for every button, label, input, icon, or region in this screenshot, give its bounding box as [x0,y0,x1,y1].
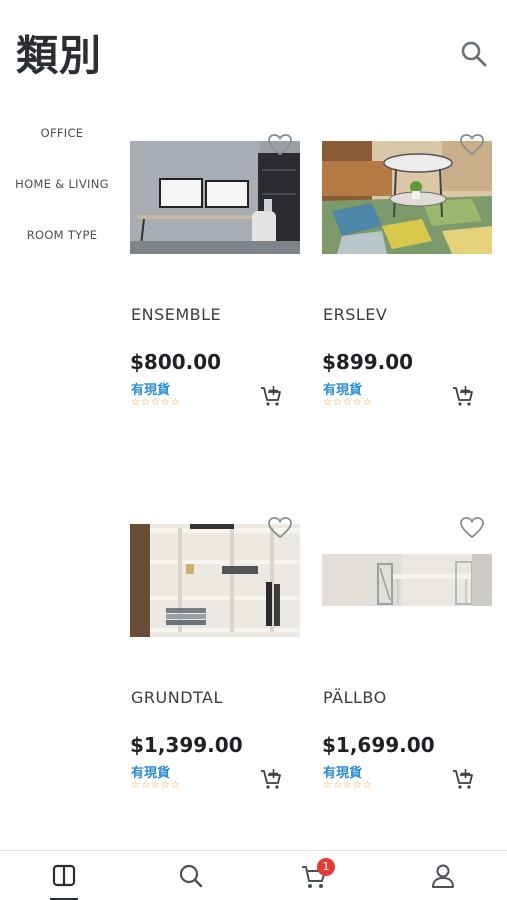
product-price: $1,699.00 [322,733,435,757]
rating-stars: ☆☆☆☆☆ [131,780,181,791]
heart-icon[interactable] [459,133,485,157]
add-to-cart-icon[interactable] [260,385,282,407]
cart-badge: 1 [317,858,335,876]
stock-status: 有現貨 [131,383,171,398]
categories-icon[interactable] [49,861,79,891]
product-image[interactable] [322,141,492,254]
rating-stars: ☆☆☆☆☆ [323,780,373,791]
stock-status: 有現貨 [323,766,363,781]
rating-stars: ☆☆☆☆☆ [131,397,181,408]
product-price: $1,399.00 [130,733,243,757]
product-name[interactable]: PÄLLBO [323,688,387,707]
stock-status: 有現貨 [131,766,171,781]
add-to-cart-icon[interactable] [260,768,282,790]
category-list: OFFICE HOME & LIVING ROOM TYPE [0,124,124,277]
product-price: $800.00 [130,350,222,374]
profile-icon[interactable] [428,861,458,891]
product-card[interactable]: ENSEMBLE $800.00 有現貨 ☆☆☆☆☆ [130,134,302,441]
stock-status: 有現貨 [323,383,363,398]
product-image[interactable] [130,524,300,637]
product-price: $899.00 [322,350,414,374]
category-room-type[interactable]: ROOM TYPE [0,226,124,244]
heart-icon[interactable] [267,516,293,540]
product-image[interactable] [130,141,300,254]
product-name[interactable]: ENSEMBLE [131,305,221,324]
search-icon[interactable] [460,40,488,68]
heart-icon[interactable] [459,516,485,540]
product-name[interactable]: GRUNDTAL [131,688,223,707]
product-card[interactable]: GRUNDTAL $1,399.00 有現貨 ☆☆☆☆☆ [130,517,302,824]
bottom-nav: 1 [0,850,507,900]
add-to-cart-icon[interactable] [452,385,474,407]
product-name[interactable]: ERSLEV [323,305,387,324]
product-image[interactable] [322,554,492,606]
product-card[interactable]: PÄLLBO $1,699.00 有現貨 ☆☆☆☆☆ [322,517,494,824]
heart-icon[interactable] [267,133,293,157]
category-home-living[interactable]: HOME & LIVING [0,175,124,193]
rating-stars: ☆☆☆☆☆ [323,397,373,408]
search-icon[interactable] [176,861,206,891]
add-to-cart-icon[interactable] [452,768,474,790]
page-title: 類別 [16,31,103,80]
category-office[interactable]: OFFICE [0,124,124,142]
product-card[interactable]: ERSLEV $899.00 有現貨 ☆☆☆☆☆ [322,134,494,441]
